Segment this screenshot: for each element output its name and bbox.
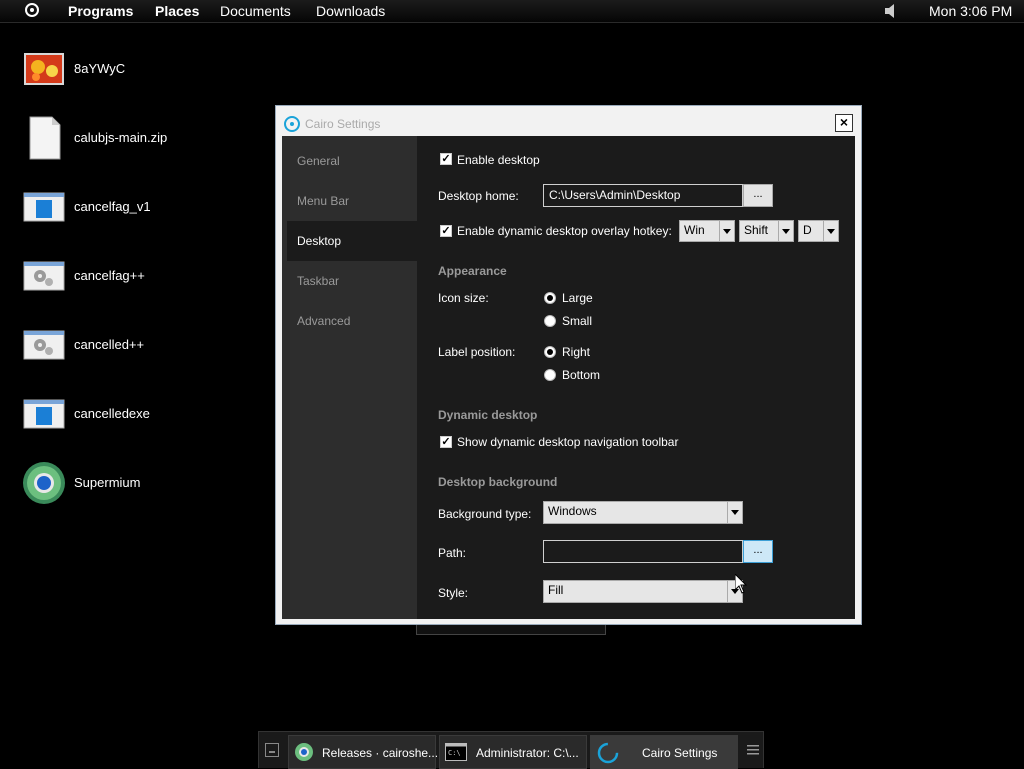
desktop-icon-8aywyc[interactable]: 8aYWyC — [22, 47, 242, 95]
menu-bar: Programs Places Documents Downloads Mon … — [0, 0, 1024, 23]
icon-size-label: Icon size: — [438, 291, 489, 305]
sidebar-item-taskbar[interactable]: Taskbar — [287, 261, 417, 301]
desktop-icon-label: cancelfag_v1 — [74, 199, 151, 214]
label-position-bottom-radio[interactable] — [544, 369, 556, 381]
desktop-icon-supermium[interactable]: Supermium — [22, 461, 242, 509]
desktop-home-browse-button[interactable]: ... — [743, 184, 773, 207]
hotkey-modifier1-select[interactable]: Win — [679, 220, 735, 242]
cairo-menu-icon[interactable] — [25, 3, 39, 17]
background-path-browse-button[interactable]: ... — [743, 540, 773, 563]
desktop-icon-label: 8aYWyC — [74, 61, 126, 76]
window-titlebar[interactable]: Cairo Settings × — [276, 106, 861, 136]
sidebar-item-general[interactable]: General — [287, 141, 417, 181]
file-icon — [29, 116, 61, 160]
chevron-down-icon — [727, 502, 742, 523]
desktop-home-input[interactable]: C:\Users\Admin\Desktop — [543, 184, 743, 207]
background-type-label: Background type: — [438, 507, 532, 521]
select-value: Windows — [548, 504, 597, 518]
icon-size-large-radio[interactable] — [544, 292, 556, 304]
show-toolbar-label: Show dynamic desktop navigation toolbar — [457, 435, 679, 449]
browser-icon — [295, 743, 313, 761]
clock[interactable]: Mon 3:06 PM — [929, 3, 1012, 19]
browser-icon — [23, 462, 65, 504]
menu-programs[interactable]: Programs — [68, 3, 133, 19]
sidebar-item-menu-bar[interactable]: Menu Bar — [287, 181, 417, 221]
label-position-right-radio[interactable] — [544, 346, 556, 358]
svg-text:C:\: C:\ — [448, 749, 461, 757]
menu-downloads[interactable]: Downloads — [316, 3, 385, 19]
desktop-icon-label: cancelledexe — [74, 406, 150, 421]
desktop-icon-cancelfag-v1[interactable]: cancelfag_v1 — [22, 185, 242, 233]
select-value: Win — [684, 223, 705, 237]
path-label: Path: — [438, 546, 467, 560]
show-toolbar-checkbox[interactable]: ✓ — [440, 436, 452, 448]
window-icon — [23, 399, 65, 429]
chevron-down-icon — [778, 221, 793, 241]
taskbar-item-label: Cairo Settings — [642, 746, 718, 760]
sidebar-item-desktop[interactable]: Desktop — [287, 221, 417, 261]
hotkey-key-select[interactable]: D — [798, 220, 839, 242]
background-type-select[interactable]: Windows — [543, 501, 743, 524]
sidebar-item-advanced[interactable]: Advanced — [287, 301, 417, 341]
image-icon — [24, 53, 64, 85]
appearance-heading: Appearance — [438, 264, 507, 278]
desktop-icon-cancelfag-pp[interactable]: cancelfag++ — [22, 254, 242, 302]
desktop-background-heading: Desktop background — [438, 475, 558, 489]
dynamic-desktop-heading: Dynamic desktop — [438, 408, 538, 422]
window-icon — [23, 192, 65, 222]
desktop-home-label: Desktop home: — [438, 189, 519, 203]
enable-desktop-label: Enable desktop — [457, 153, 540, 167]
gears-icon — [23, 330, 65, 360]
background-style-select[interactable]: Fill — [543, 580, 743, 603]
chevron-down-icon — [823, 221, 838, 241]
window-body: General Menu Bar Desktop Taskbar Advance… — [282, 136, 855, 619]
console-icon: C:\ — [445, 743, 467, 761]
icon-size-small-radio[interactable] — [544, 315, 556, 327]
style-label: Style: — [438, 586, 469, 600]
cairo-icon — [597, 742, 619, 764]
show-desktop-icon[interactable] — [265, 743, 279, 757]
mouse-cursor-icon — [735, 574, 747, 594]
label-position-label: Label position: — [438, 345, 516, 359]
menu-icon[interactable] — [747, 744, 759, 756]
close-button[interactable]: × — [835, 114, 853, 132]
cairo-icon — [284, 116, 300, 132]
select-value: Shift — [744, 223, 769, 237]
desktop-icon-cancelledexe[interactable]: cancelledexe — [22, 392, 242, 440]
desktop-settings-panel: ✓ Enable desktop Desktop home: C:\Users\… — [417, 136, 855, 619]
icon-size-small-label: Small — [562, 314, 593, 328]
menu-documents[interactable]: Documents — [220, 3, 291, 19]
label-position-bottom-label: Bottom — [562, 368, 601, 382]
taskbar-item-releases[interactable]: Releases · cairoshe... — [288, 735, 439, 769]
select-value: D — [803, 223, 812, 237]
taskbar-item-cairo-settings[interactable]: Cairo Settings — [590, 735, 738, 769]
cairo-settings-window: Cairo Settings × General Menu Bar Deskto… — [275, 105, 862, 625]
hotkey-modifier2-select[interactable]: Shift — [739, 220, 794, 242]
background-path-input[interactable] — [543, 540, 743, 563]
overlay-hotkey-checkbox[interactable]: ✓ — [440, 225, 452, 237]
desktop-icon-cancelled-pp[interactable]: cancelled++ — [22, 323, 242, 371]
menu-places[interactable]: Places — [155, 3, 199, 19]
window-title: Cairo Settings — [305, 117, 381, 131]
desktop-icon-label: Supermium — [74, 475, 141, 490]
taskbar-item-administrator[interactable]: C:\ Administrator: C:\... — [439, 735, 587, 769]
desktop-icon-label: cancelled++ — [74, 337, 145, 352]
gears-icon — [23, 261, 65, 291]
taskbar-item-label: Releases · cairoshe... — [322, 746, 439, 760]
chevron-down-icon — [719, 221, 734, 241]
label-position-right-label: Right — [562, 345, 591, 359]
enable-desktop-checkbox[interactable]: ✓ — [440, 153, 452, 165]
desktop-icon-calubjs-zip[interactable]: calubjs-main.zip — [22, 116, 242, 164]
select-value: Fill — [548, 583, 564, 597]
overlay-hotkey-label: Enable dynamic desktop overlay hotkey: — [457, 224, 672, 238]
settings-sidebar: General Menu Bar Desktop Taskbar Advance… — [282, 136, 417, 619]
taskbar-item-label: Administrator: C:\... — [476, 746, 579, 760]
icon-size-large-label: Large — [562, 291, 593, 305]
taskbar: Releases · cairoshe... C:\ Administrator… — [258, 731, 764, 769]
desktop-icon-label: calubjs-main.zip — [74, 130, 168, 145]
desktop-icon-label: cancelfag++ — [74, 268, 145, 283]
volume-icon[interactable] — [885, 4, 897, 18]
